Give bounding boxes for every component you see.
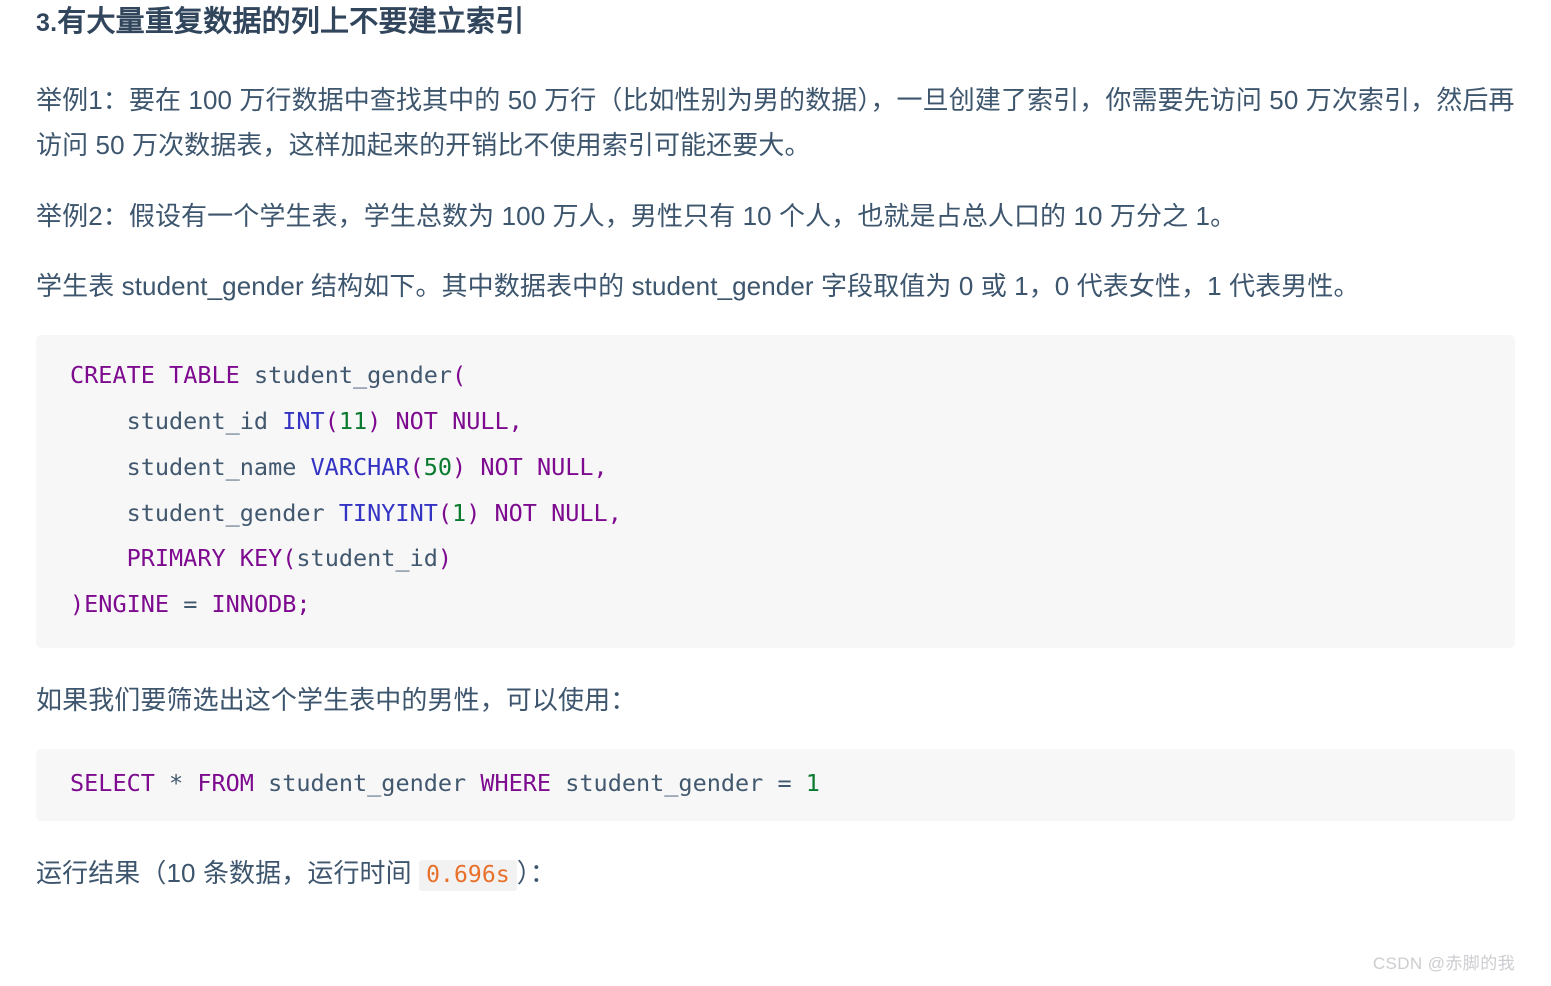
paragraph-filter-intro: 如果我们要筛选出这个学生表中的男性，可以使用： (36, 685, 637, 715)
paragraph-table-structure: 学生表 student_gender 结构如下。其中数据表中的 student_… (36, 271, 1360, 302)
heading-number: 3. (36, 9, 58, 37)
code-block-select-query[interactable]: SELECT * FROM student_gender WHERE stude… (36, 748, 1515, 821)
watermark: CSDN @赤脚的我 (1372, 954, 1515, 973)
code-select-query-content: SELECT * FROM student_gender WHERE stude… (70, 768, 820, 797)
heading-text: 有大量重复数据的列上不要建立索引 (57, 6, 525, 38)
result-suffix-text: ）： (516, 857, 556, 888)
paragraph-example-1: 举例1：要在 100 万行数据中查找其中的 50 万行（比如性别为男的数据），一… (36, 85, 1515, 160)
code-block-create-table[interactable]: CREATE TABLE student_gender( student_id … (36, 335, 1515, 648)
code-create-table-content: CREATE TABLE student_gender( student_id … (70, 361, 622, 619)
article-page: 3.有大量重复数据的列上不要建立索引 举例1：要在 100 万行数据中查找其中的… (0, 0, 1551, 986)
page-title: 3.有大量重复数据的列上不要建立索引 (36, 0, 1515, 40)
result-runtime-badge: 0.696s (419, 859, 517, 891)
result-prefix-text: 运行结果（10 条数据，运行时间 (36, 857, 420, 888)
paragraph-example-2: 举例2：假设有一个学生表，学生总数为 100 万人，男性只有 10 个人，也就是… (36, 200, 1237, 231)
paragraph-result: 运行结果（10 条数据，运行时间 0.696s）： (36, 851, 1515, 896)
